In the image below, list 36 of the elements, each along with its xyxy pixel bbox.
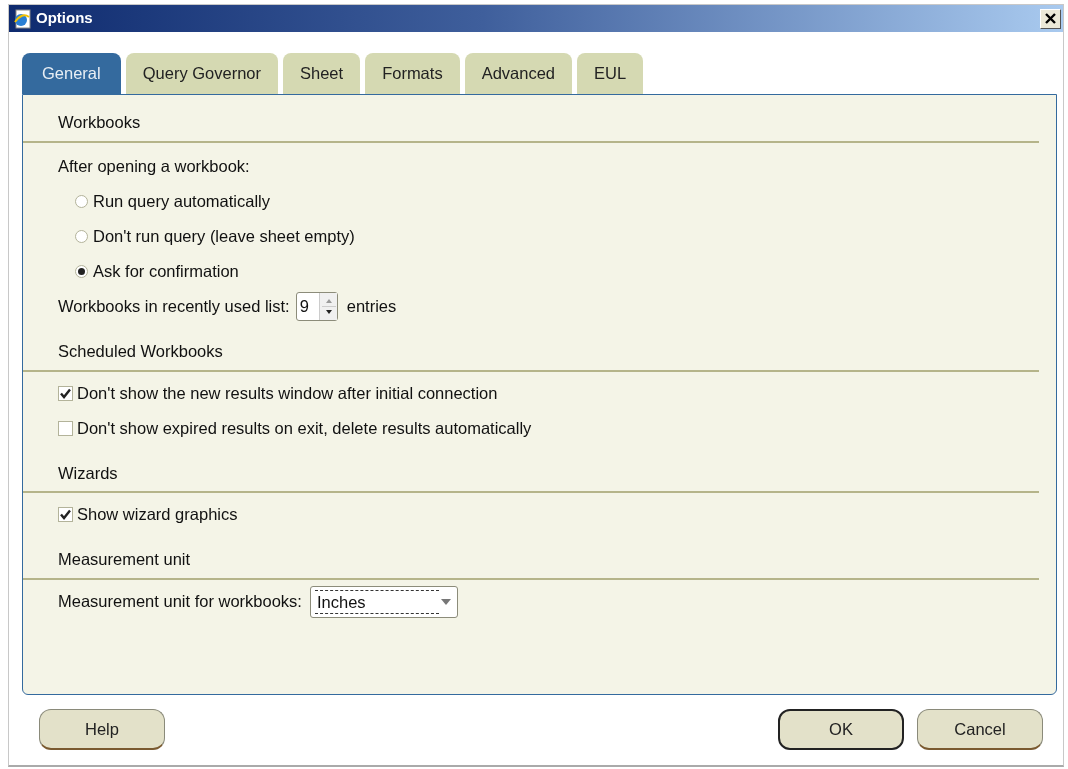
- tab[interactable]: Advanced: [464, 53, 573, 94]
- section-heading: Wizards: [23, 460, 1039, 494]
- dropdown[interactable]: Inches: [309, 585, 458, 618]
- checkbox[interactable]: [58, 420, 73, 436]
- radio-label: Ask for confirmation: [93, 260, 239, 282]
- checkbox-label: Don't show the new results window after initial connection: [77, 382, 498, 404]
- tab[interactable]: General: [22, 53, 121, 94]
- tab[interactable]: Query Governor: [125, 53, 278, 94]
- window-title: Options: [36, 8, 93, 29]
- window-icon: [12, 8, 32, 29]
- section-heading: Measurement unit: [23, 547, 1039, 580]
- radio-button[interactable]: [75, 194, 88, 208]
- close-button[interactable]: [1040, 8, 1061, 29]
- checkbox-label: Show wizard graphics: [77, 504, 238, 526]
- checkbox[interactable]: [58, 385, 73, 401]
- checkbox[interactable]: [58, 507, 73, 523]
- radio-button[interactable]: [75, 264, 88, 278]
- tab[interactable]: Sheet: [283, 53, 361, 94]
- unit-label: entries: [346, 295, 397, 317]
- field-label: Workbooks in recently used list:: [58, 295, 290, 317]
- radio-label: Run query automatically: [93, 190, 270, 212]
- caret-icon: [438, 596, 453, 607]
- field-label: After opening a workbook:: [58, 155, 250, 177]
- section-heading: Scheduled Workbooks: [23, 338, 1039, 372]
- button[interactable]: Help: [39, 709, 165, 750]
- tab[interactable]: EUL: [577, 53, 644, 94]
- button[interactable]: OK: [778, 709, 904, 750]
- radio-label: Don't run query (leave sheet empty): [93, 225, 355, 247]
- section-heading: Workbooks: [23, 110, 1039, 143]
- tab[interactable]: Formats: [365, 53, 460, 94]
- number-spinner[interactable]: 9: [295, 291, 338, 321]
- button[interactable]: Cancel: [917, 709, 1043, 750]
- field-label: Measurement unit for workbooks:: [58, 591, 302, 613]
- radio-button[interactable]: [75, 229, 88, 243]
- checkbox-label: Don't show expired results on exit, delete results automatically: [77, 417, 532, 439]
- close-icon: [1045, 13, 1056, 24]
